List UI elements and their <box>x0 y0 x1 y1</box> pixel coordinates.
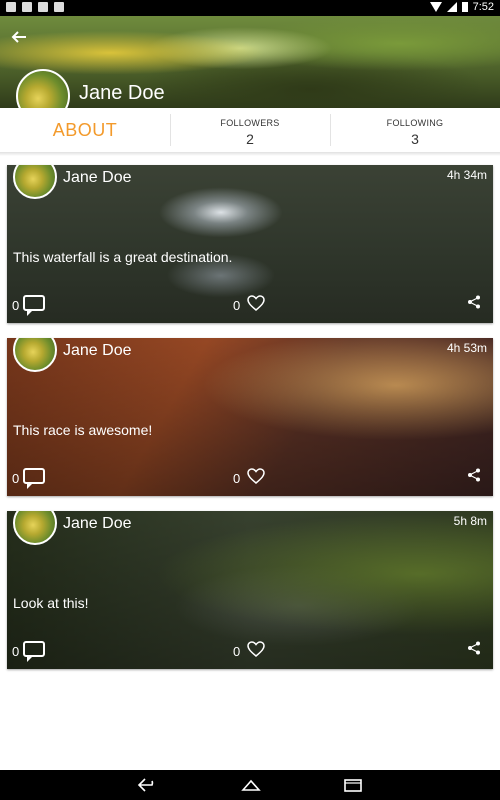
post-time: 4h 34m <box>446 168 487 182</box>
post-card[interactable]: Jane Doe 4h 53m This race is awesome! 0 … <box>7 338 493 496</box>
comment-bubble-icon[interactable] <box>23 641 45 662</box>
tab-following[interactable]: FOLLOWING 3 <box>330 108 500 152</box>
following-count: 3 <box>411 131 419 147</box>
comment-bubble-icon[interactable] <box>23 295 45 316</box>
share-icon[interactable] <box>467 641 481 655</box>
wifi-icon <box>429 2 442 12</box>
tab-followers[interactable]: FOLLOWERS 2 <box>170 108 330 152</box>
like-count: 0 <box>233 471 241 486</box>
heart-outline-icon[interactable] <box>247 468 265 484</box>
post-author[interactable]: Jane Doe <box>63 342 132 360</box>
followers-count: 2 <box>246 131 254 147</box>
navigation-bar <box>0 770 500 800</box>
comment-count: 0 <box>12 644 20 659</box>
recents-icon[interactable] <box>342 777 362 793</box>
post-time: 4h 53m <box>446 341 487 355</box>
comment-count: 0 <box>12 471 20 486</box>
post-text: Look at this! <box>13 595 89 611</box>
profile-header <box>0 16 500 108</box>
like-count: 0 <box>233 644 241 659</box>
post-author[interactable]: Jane Doe <box>63 515 132 533</box>
notification-icons <box>6 2 64 12</box>
post-author-avatar[interactable] <box>13 165 57 199</box>
like-count: 0 <box>233 298 241 313</box>
post-time: 5h 8m <box>453 514 487 528</box>
post-card[interactable]: Jane Doe 4h 34m This waterfall is a grea… <box>7 165 493 323</box>
battery-icon <box>461 2 468 12</box>
profile-tabs: ABOUT FOLLOWERS 2 FOLLOWING 3 <box>0 108 500 156</box>
post-text: This waterfall is a great destination. <box>13 249 233 265</box>
post-author-avatar[interactable] <box>13 338 57 372</box>
heart-outline-icon[interactable] <box>247 641 265 657</box>
status-right: 7:52 <box>429 1 494 13</box>
notification-icon-4 <box>54 2 64 12</box>
share-icon[interactable] <box>467 295 481 309</box>
comment-bubble-icon[interactable] <box>23 468 45 489</box>
home-icon[interactable] <box>240 777 261 793</box>
back-arrow-icon[interactable] <box>137 777 157 793</box>
share-icon[interactable] <box>467 468 481 482</box>
notification-icon-2 <box>22 2 32 12</box>
comment-count: 0 <box>12 298 20 313</box>
post-card[interactable]: Jane Doe 5h 8m Look at this! 0 0 <box>7 511 493 669</box>
back-arrow-icon[interactable] <box>10 28 28 46</box>
post-author-avatar[interactable] <box>13 511 57 545</box>
notification-icon-3 <box>38 2 48 12</box>
followers-label: FOLLOWERS <box>220 118 280 128</box>
signal-icon <box>446 2 457 12</box>
notification-icon-1 <box>6 2 16 12</box>
post-author[interactable]: Jane Doe <box>63 169 132 187</box>
tab-about[interactable]: ABOUT <box>0 108 170 152</box>
heart-outline-icon[interactable] <box>247 295 265 311</box>
tab-shadow <box>0 152 500 156</box>
profile-name: Jane Doe <box>79 82 165 104</box>
post-text: This race is awesome! <box>13 422 153 438</box>
status-time: 7:52 <box>472 1 494 13</box>
following-label: FOLLOWING <box>386 118 444 128</box>
status-bar: 7:52 <box>0 0 500 16</box>
